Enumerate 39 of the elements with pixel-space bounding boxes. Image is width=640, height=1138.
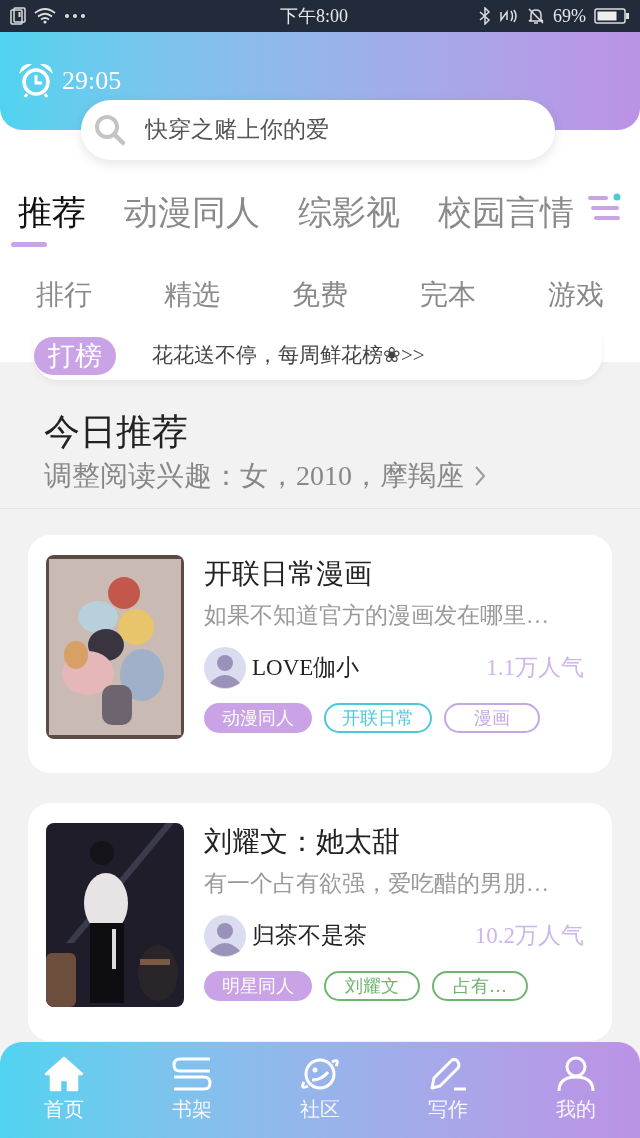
category-tab[interactable]: 推荐	[18, 186, 86, 238]
book-card[interactable]: 刘耀文：她太甜 有一个占有欲强，爱吃醋的男朋… 归茶不是茶 10.2万人气 明星同人 刘耀文 占有…	[28, 803, 612, 1041]
shortcut-link[interactable]: 游戏	[512, 274, 640, 316]
book-description: 如果不知道官方的漫画发在哪里…	[204, 602, 550, 630]
book-title: 开联日常漫画	[204, 557, 373, 591]
author-name[interactable]: 归茶不是茶	[252, 918, 469, 954]
tag[interactable]: 明星同人	[204, 971, 312, 1001]
clock-time: 下午8:00	[280, 4, 348, 28]
popularity-count: 1.1万人气	[486, 653, 584, 682]
section-title: 今日推荐	[44, 411, 189, 454]
tag[interactable]: 刘耀文	[324, 971, 420, 1001]
book-title: 刘耀文：她太甜	[204, 825, 401, 859]
shortcut-link[interactable]: 排行	[0, 274, 128, 316]
shortcut-link[interactable]: 免费	[256, 274, 384, 316]
popularity-count: 10.2万人气	[474, 921, 584, 950]
category-tab[interactable]: 综影视	[298, 186, 400, 238]
battery-percent: 69%	[553, 4, 586, 28]
shortcut-link[interactable]: 完本	[384, 274, 512, 316]
banner-badge: 打榜	[34, 337, 116, 375]
banner-card[interactable]: 打榜 花花送不停，每周鲜花榜❀>>	[34, 332, 602, 380]
tag[interactable]: 开联日常	[324, 703, 432, 733]
category-tab[interactable]: 动漫同人	[124, 186, 260, 238]
tag[interactable]: 动漫同人	[204, 703, 312, 733]
nav-tab[interactable]: 我的	[512, 1042, 640, 1138]
nav-tab[interactable]: 写作	[384, 1042, 512, 1138]
book-card[interactable]: 开联日常漫画 如果不知道官方的漫画发在哪里… LOVE伽小 1.1万人气 动漫同人 开联日常 漫画	[28, 535, 612, 773]
timer-text: 29:05	[62, 64, 122, 97]
category-tab[interactable]: 校园言情	[438, 186, 574, 238]
tag[interactable]: 占有…	[432, 971, 528, 1001]
nav-tab[interactable]: 社区	[256, 1042, 384, 1138]
shortcut-link[interactable]: 精选	[128, 274, 256, 316]
book-description: 有一个占有欲强，爱吃醋的男朋…	[204, 870, 550, 898]
nav-tab[interactable]: 首页	[0, 1042, 128, 1138]
banner-text: 花花送不停，每周鲜花榜❀>>	[152, 342, 425, 370]
interest-settings-text[interactable]: 调整阅读兴趣：女，2010，摩羯座	[44, 456, 464, 496]
author-name[interactable]: LOVE伽小	[252, 650, 481, 686]
tag[interactable]: 漫画	[444, 703, 540, 733]
search-field[interactable]: 快穿之赌上你的爱	[81, 100, 555, 160]
nav-tab[interactable]: 书架	[128, 1042, 256, 1138]
